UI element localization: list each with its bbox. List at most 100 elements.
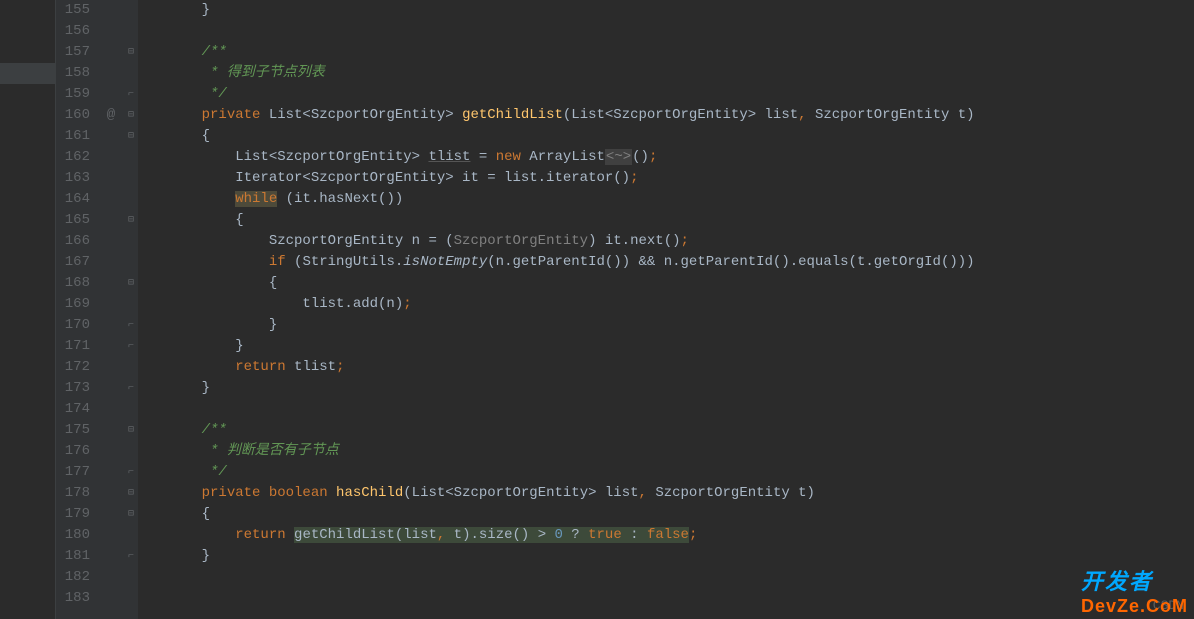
fold-toggle-icon[interactable] [124, 231, 138, 252]
code-line-160[interactable]: private List<SzcportOrgEntity> getChildL… [138, 105, 1194, 126]
line-number[interactable]: 176 [56, 441, 90, 462]
code-line-182[interactable] [138, 567, 1194, 588]
annotation-marker [98, 231, 124, 252]
line-number[interactable]: 162 [56, 147, 90, 168]
code-line-161[interactable]: { [138, 126, 1194, 147]
selected-line-indicator [0, 63, 56, 84]
code-line-176[interactable]: * 判断是否有子节点 [138, 441, 1194, 462]
line-number[interactable]: 183 [56, 588, 90, 609]
fold-toggle-icon[interactable] [124, 399, 138, 420]
code-line-170[interactable]: } [138, 315, 1194, 336]
fold-toggle-icon[interactable] [124, 21, 138, 42]
line-number[interactable]: 178 [56, 483, 90, 504]
fold-toggle-icon[interactable]: ⌐ [124, 546, 138, 567]
code-line-166[interactable]: SzcportOrgEntity n = (SzcportOrgEntity) … [138, 231, 1194, 252]
line-number[interactable]: 171 [56, 336, 90, 357]
annotation-marker [98, 336, 124, 357]
line-number[interactable]: 179 [56, 504, 90, 525]
annotation-marker [98, 588, 124, 609]
line-number[interactable]: 160 [56, 105, 90, 126]
fold-toggle-icon[interactable] [124, 294, 138, 315]
annotation-marker [98, 567, 124, 588]
line-number[interactable]: 168 [56, 273, 90, 294]
line-number[interactable]: 166 [56, 231, 90, 252]
code-line-180[interactable]: return getChildList(list, t).size() > 0 … [138, 525, 1194, 546]
code-line-157[interactable]: /** [138, 42, 1194, 63]
annotation-marker [98, 63, 124, 84]
fold-toggle-icon[interactable]: ⊟ [124, 504, 138, 525]
fold-toggle-icon[interactable] [124, 252, 138, 273]
line-number[interactable]: 169 [56, 294, 90, 315]
fold-toggle-icon[interactable] [124, 189, 138, 210]
code-line-179[interactable]: { [138, 504, 1194, 525]
line-number[interactable]: 164 [56, 189, 90, 210]
line-number[interactable]: 167 [56, 252, 90, 273]
fold-toggle-icon[interactable] [124, 588, 138, 609]
fold-toggle-icon[interactable]: ⊟ [124, 210, 138, 231]
line-number[interactable]: 155 [56, 0, 90, 21]
fold-toggle-icon[interactable] [124, 0, 138, 21]
code-line-155[interactable]: } [138, 0, 1194, 21]
code-line-171[interactable]: } [138, 336, 1194, 357]
code-line-165[interactable]: { [138, 210, 1194, 231]
code-line-183[interactable] [138, 588, 1194, 609]
line-number[interactable]: 174 [56, 399, 90, 420]
line-number[interactable]: 173 [56, 378, 90, 399]
fold-toggle-icon[interactable]: ⊟ [124, 483, 138, 504]
line-number[interactable]: 175 [56, 420, 90, 441]
fold-toggle-icon[interactable]: ⌐ [124, 462, 138, 483]
fold-toggle-icon[interactable]: ⌐ [124, 315, 138, 336]
fold-toggle-icon[interactable] [124, 567, 138, 588]
line-number[interactable]: 170 [56, 315, 90, 336]
fold-toggle-icon[interactable]: ⊟ [124, 420, 138, 441]
code-line-181[interactable]: } [138, 546, 1194, 567]
annotation-marker [98, 315, 124, 336]
fold-toggle-icon[interactable] [124, 441, 138, 462]
fold-gutter[interactable]: ⊟⌐⊟⊟⊟⊟⌐⌐⌐⊟⌐⊟⊟⌐ [124, 0, 138, 619]
line-number[interactable]: 165 [56, 210, 90, 231]
fold-toggle-icon[interactable]: ⌐ [124, 84, 138, 105]
code-line-174[interactable] [138, 399, 1194, 420]
line-number[interactable]: 177 [56, 462, 90, 483]
fold-toggle-icon[interactable] [124, 168, 138, 189]
line-number[interactable]: 161 [56, 126, 90, 147]
line-number[interactable]: 181 [56, 546, 90, 567]
code-line-156[interactable] [138, 21, 1194, 42]
line-number[interactable]: 172 [56, 357, 90, 378]
devze-logo: 开发者 DevZe.CoM [1081, 564, 1188, 617]
code-line-173[interactable]: } [138, 378, 1194, 399]
fold-toggle-icon[interactable]: ⊟ [124, 126, 138, 147]
code-line-175[interactable]: /** [138, 420, 1194, 441]
code-area[interactable]: } /** * 得到子节点列表 */ private List<SzcportO… [138, 0, 1194, 619]
line-number-gutter[interactable]: 1551561571581591601611621631641651661671… [56, 0, 98, 619]
code-line-168[interactable]: { [138, 273, 1194, 294]
code-line-159[interactable]: */ [138, 84, 1194, 105]
fold-toggle-icon[interactable]: ⊟ [124, 273, 138, 294]
fold-toggle-icon[interactable]: ⊟ [124, 105, 138, 126]
code-line-158[interactable]: * 得到子节点列表 [138, 63, 1194, 84]
annotation-marker: @ [98, 105, 124, 126]
code-line-177[interactable]: */ [138, 462, 1194, 483]
line-number[interactable]: 156 [56, 21, 90, 42]
code-line-178[interactable]: private boolean hasChild(List<SzcportOrg… [138, 483, 1194, 504]
code-line-167[interactable]: if (StringUtils.isNotEmpty(n.getParentId… [138, 252, 1194, 273]
fold-toggle-icon[interactable]: ⌐ [124, 336, 138, 357]
line-number[interactable]: 158 [56, 63, 90, 84]
fold-toggle-icon[interactable] [124, 63, 138, 84]
fold-toggle-icon[interactable] [124, 525, 138, 546]
code-line-172[interactable]: return tlist; [138, 357, 1194, 378]
fold-toggle-icon[interactable] [124, 147, 138, 168]
line-number[interactable]: 159 [56, 84, 90, 105]
fold-toggle-icon[interactable]: ⊟ [124, 42, 138, 63]
line-number[interactable]: 182 [56, 567, 90, 588]
fold-toggle-icon[interactable]: ⌐ [124, 378, 138, 399]
line-number[interactable]: 180 [56, 525, 90, 546]
line-number[interactable]: 163 [56, 168, 90, 189]
code-line-162[interactable]: List<SzcportOrgEntity> tlist = new Array… [138, 147, 1194, 168]
fold-toggle-icon[interactable] [124, 357, 138, 378]
line-number[interactable]: 157 [56, 42, 90, 63]
code-line-164[interactable]: while (it.hasNext()) [138, 189, 1194, 210]
code-line-163[interactable]: Iterator<SzcportOrgEntity> it = list.ite… [138, 168, 1194, 189]
annotation-marker [98, 462, 124, 483]
code-line-169[interactable]: tlist.add(n); [138, 294, 1194, 315]
